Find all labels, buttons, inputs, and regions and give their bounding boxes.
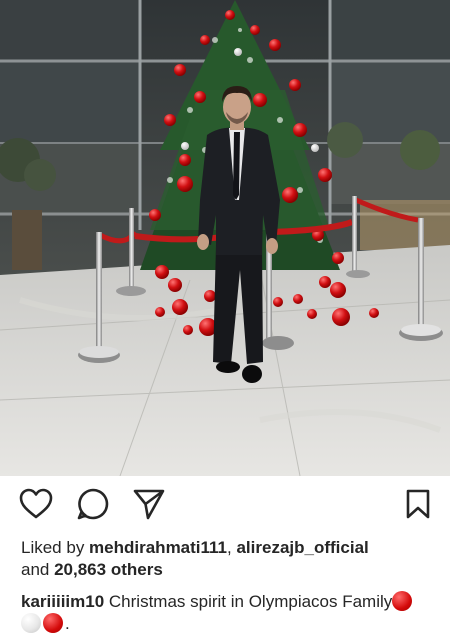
likes-summary: Liked by mehdirahmati111, alirezajb_offi… bbox=[21, 537, 433, 581]
likes-count[interactable]: 20,863 others bbox=[54, 560, 163, 579]
post-action-bar bbox=[0, 476, 450, 532]
liker-username-1[interactable]: mehdirahmati111 bbox=[89, 538, 227, 557]
post-caption: kariiiiim10 Christmas spirit in Olympiac… bbox=[21, 591, 433, 635]
white-circle-emoji bbox=[21, 613, 41, 633]
save-button[interactable] bbox=[400, 486, 436, 522]
red-circle-emoji bbox=[43, 613, 63, 633]
liker-username-2[interactable]: alirezajb_official bbox=[236, 538, 368, 557]
paper-plane-icon bbox=[133, 489, 165, 520]
likes-prefix: Liked by bbox=[21, 538, 90, 557]
christmas-photo-illustration bbox=[0, 0, 450, 476]
caption-username[interactable]: kariiiiim10 bbox=[21, 592, 104, 611]
bookmark-icon bbox=[406, 489, 430, 519]
red-circle-emoji bbox=[392, 591, 413, 611]
like-button[interactable] bbox=[18, 486, 54, 522]
heart-icon bbox=[19, 488, 53, 519]
caption-text: Christmas spirit in Olympiacos Family bbox=[104, 592, 393, 611]
comment-icon bbox=[77, 488, 109, 520]
comment-button[interactable] bbox=[75, 486, 111, 522]
caption-end: . bbox=[65, 614, 70, 633]
likes-and-text: and bbox=[21, 560, 55, 579]
share-button[interactable] bbox=[131, 486, 167, 522]
post-photo[interactable] bbox=[0, 0, 450, 476]
